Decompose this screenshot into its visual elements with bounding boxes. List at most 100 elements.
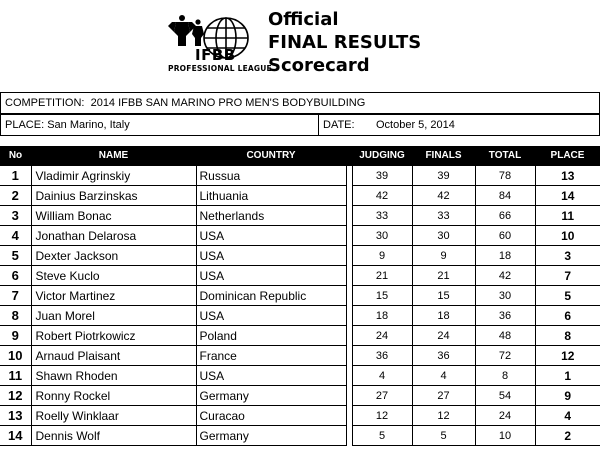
judging-score: 5: [351, 425, 413, 446]
logo-brand-text: IFBB: [195, 46, 236, 64]
competitor-number: 13: [0, 405, 32, 426]
total-score: 66: [474, 205, 536, 226]
judging-score: 30: [351, 225, 413, 246]
finals-score: 12: [411, 405, 476, 426]
total-score: 18: [474, 245, 536, 266]
competitor-name: Jonathan Delarosa: [30, 225, 197, 246]
competitor-number: 11: [0, 365, 32, 386]
competitor-name: Steve Kuclo: [30, 265, 197, 286]
judging-score: 18: [351, 305, 413, 326]
finals-score: 24: [411, 325, 476, 346]
final-place: 1: [534, 365, 600, 386]
total-score: 48: [474, 325, 536, 346]
finals-score: 33: [411, 205, 476, 226]
judging-score: 15: [351, 285, 413, 306]
table-row: 6 Steve Kuclo USA 21 21 42 7: [0, 265, 600, 286]
finals-score: 5: [411, 425, 476, 446]
judging-score: 27: [351, 385, 413, 406]
competitor-country: France: [195, 345, 347, 366]
competitor-country: Russua: [195, 165, 347, 186]
title-line-official: Official: [268, 9, 339, 30]
judging-score: 39: [351, 165, 413, 186]
date-label: DATE:: [323, 119, 355, 131]
competition-value: 2014 IFBB SAN MARINO PRO MEN'S BODYBUILD…: [90, 97, 366, 109]
competitor-name: Dainius Barzinskas: [30, 185, 197, 206]
competitor-name: Juan Morel: [30, 305, 197, 326]
total-score: 24: [474, 405, 536, 426]
competitor-number: 5: [0, 245, 32, 266]
finals-score: 39: [411, 165, 476, 186]
place-value: San Marino, Italy: [47, 119, 130, 131]
title-line-scorecard: Scorecard: [268, 55, 370, 76]
competitor-number: 2: [0, 185, 32, 206]
finals-score: 9: [411, 245, 476, 266]
competitor-number: 9: [0, 325, 32, 346]
final-place: 5: [534, 285, 600, 306]
competitor-country: USA: [195, 245, 347, 266]
competitor-country: Dominican Republic: [195, 285, 347, 306]
total-score: 72: [474, 345, 536, 366]
competitor-number: 10: [0, 345, 32, 366]
column-header-country: COUNTRY: [196, 146, 346, 166]
total-score: 54: [474, 385, 536, 406]
judging-score: 21: [351, 265, 413, 286]
final-place: 12: [534, 345, 600, 366]
total-score: 36: [474, 305, 536, 326]
competitor-country: Germany: [195, 385, 347, 406]
table-row: 13 Roelly Winklaar Curacao 12 12 24 4: [0, 405, 600, 426]
finals-score: 30: [411, 225, 476, 246]
judging-score: 33: [351, 205, 413, 226]
total-score: 42: [474, 265, 536, 286]
table-row: 2 Dainius Barzinskas Lithuania 42 42 84 14: [0, 185, 600, 206]
competitor-number: 1: [0, 165, 32, 186]
final-place: 11: [534, 205, 600, 226]
competitor-name: Dexter Jackson: [30, 245, 197, 266]
competitor-country: Germany: [195, 425, 347, 446]
finals-score: 21: [411, 265, 476, 286]
table-row: 3 William Bonac Netherlands 33 33 66 11: [0, 205, 600, 226]
competitor-number: 12: [0, 385, 32, 406]
competition-info-table: COMPETITION: 2014 IFBB SAN MARINO PRO ME…: [0, 92, 600, 114]
judging-score: 9: [351, 245, 413, 266]
column-header-judging: JUDGING: [352, 146, 412, 166]
table-row: 10 Arnaud Plaisant France 36 36 72 12: [0, 345, 600, 366]
results-table: No NAME COUNTRY JUDGING FINALS TOTAL PLA…: [0, 146, 600, 446]
competitor-number: 6: [0, 265, 32, 286]
competitor-country: Curacao: [195, 405, 347, 426]
date-cell: DATE: October 5, 2014: [318, 114, 600, 136]
title-line-final-results: FINAL RESULTS: [268, 32, 422, 53]
competitor-name: Roelly Winklaar: [30, 405, 197, 426]
competitor-name: Shawn Rhoden: [30, 365, 197, 386]
finals-score: 18: [411, 305, 476, 326]
judging-score: 42: [351, 185, 413, 206]
table-row: 1 Vladimir Agrinskiy Russua 39 39 78 13: [0, 165, 600, 186]
finals-score: 42: [411, 185, 476, 206]
total-score: 8: [474, 365, 536, 386]
column-header-name: NAME: [31, 146, 196, 166]
competitor-name: Vladimir Agrinskiy: [30, 165, 197, 186]
competitor-country: USA: [195, 365, 347, 386]
final-place: 6: [534, 305, 600, 326]
table-row: 8 Juan Morel USA 18 18 36 6: [0, 305, 600, 326]
date-value: October 5, 2014: [375, 119, 455, 131]
competitor-name: Robert Piotrkowicz: [30, 325, 197, 346]
competitor-country: USA: [195, 265, 347, 286]
place-date-table: PLACE: San Marino, Italy DATE: October 5…: [0, 114, 600, 136]
table-row: 12 Ronny Rockel Germany 27 27 54 9: [0, 385, 600, 406]
place-label: PLACE:: [5, 119, 45, 131]
final-place: 10: [534, 225, 600, 246]
competitor-country: USA: [195, 225, 347, 246]
final-place: 7: [534, 265, 600, 286]
competitor-name: William Bonac: [30, 205, 197, 226]
total-score: 10: [474, 425, 536, 446]
competitor-number: 14: [0, 425, 32, 446]
competitor-name: Arnaud Plaisant: [30, 345, 197, 366]
column-header-no: No: [0, 146, 31, 166]
column-header-place: PLACE: [535, 146, 600, 166]
total-score: 78: [474, 165, 536, 186]
finals-score: 15: [411, 285, 476, 306]
final-place: 9: [534, 385, 600, 406]
table-row: 4 Jonathan Delarosa USA 30 30 60 10: [0, 225, 600, 246]
table-row: 11 Shawn Rhoden USA 4 4 8 1: [0, 365, 600, 386]
results-header-row: No NAME COUNTRY JUDGING FINALS TOTAL PLA…: [0, 146, 600, 166]
